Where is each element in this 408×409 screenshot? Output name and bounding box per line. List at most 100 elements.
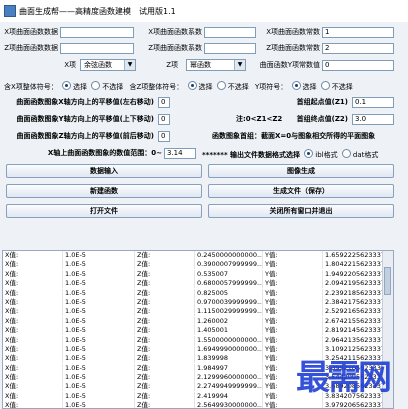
table-cell: X值: [3,335,63,345]
table-cell: X值: [3,316,63,326]
table-cell: 1.6949990000000... [197,344,263,354]
table-cell: Z值: [135,307,195,317]
move-z-field[interactable]: 0 [158,131,170,142]
data-input-button[interactable]: 数据输入 [6,164,202,178]
move-z-label: 曲面函数图象Z轴方向上的平移值(前后移动) [16,132,154,140]
table-cell: 2.3842175623337... [325,297,385,307]
settings-panel: X项曲面函数数据 X项曲面函数系数 X项曲面函数常数 1 Z项曲面函数数据 Z项… [0,22,408,248]
ibl-format-radio[interactable] [304,149,314,158]
open-file-button[interactable]: 打开文件 [6,204,202,218]
table-row[interactable]: X值: 1.0E-5 Z值: 0.3900007999999... Y值: 1.80422… [3,260,393,270]
table-cell: X值: [3,354,63,364]
format-options: ******* 输出文件数据格式选择 ibl格式 dat格式 [202,149,378,160]
table-cell: 1.0E-5 [63,260,135,270]
table-cell: 1.0E-5 [63,354,135,364]
z2-label: 首组终点值(Z2) [296,115,348,123]
table-cell: Z值: [135,260,195,270]
table-cell: 0.2450000000000... [197,251,263,260]
y-const-field[interactable]: 0 [322,60,394,71]
table-cell: 1.405001 [195,326,263,336]
x-curve-coef-label: X项曲面函数系数 [148,28,202,36]
new-function-button[interactable]: 新建函数 [6,184,202,198]
dat-format-radio[interactable] [341,149,351,158]
z-curve-const-field[interactable]: 2 [322,43,394,54]
table-cell: 1.0E-5 [63,279,135,289]
table-cell: 1.0E-5 [63,269,135,279]
z-curve-data-field[interactable] [60,43,134,54]
table-cell: Z值: [135,401,195,408]
table-cell: 2.419994 [195,391,263,401]
table-row[interactable]: X值: 1.0E-5 Z值: 1.6949990000000... Y值: 3.10921… [3,344,393,354]
table-row[interactable]: X值: 1.0E-5 Z值: 1.405001 Y值: 2.8192145623337..… [3,326,393,336]
y-const-label: 曲面函数Y项常数值 [259,61,320,69]
table-row[interactable]: X值: 1.0E-5 Z值: 1.1150029999999... Y值: 2.52921… [3,307,393,317]
close-all-button[interactable]: 关闭所有窗口并退出 [208,204,394,218]
table-cell: 1.984997 [195,363,263,373]
y-sign-unselect-radio[interactable] [320,81,330,90]
z-item-label: Z项 [166,61,178,69]
table-row[interactable]: X值: 1.0E-5 Z值: 0.6800057999999... Y值: 2.09421… [3,279,393,289]
table-cell: 2.0942195623337... [325,279,385,289]
table-cell: 2.5292165623337... [325,307,385,317]
generate-image-button[interactable]: 图像生成 [208,164,394,178]
move-y-field[interactable]: 0 [158,114,170,125]
app-icon [4,5,16,17]
table-row[interactable]: X值: 1.0E-5 Z值: 1.260002 Y值: 2.6742155623337..… [3,316,393,326]
z-sign-label: 含Z项整体符号： [129,83,184,91]
x-sign-opt2: 不选择 [102,83,124,91]
table-cell: X值: [3,297,63,307]
table-cell: 2.9642135623337... [325,335,385,345]
table-cell: 0.535007 [195,269,263,279]
table-cell: X值: [3,288,63,298]
x-range-field[interactable]: 3.14 [164,148,196,159]
z-sign-select-radio[interactable] [187,81,197,90]
table-row[interactable]: X值: 1.0E-5 Z值: 0.535007 Y值: 1.9492205623337..… [3,269,393,279]
table-row[interactable]: X值: 1.0E-5 Z值: 1.5500000000000... Y值: 2.96421… [3,335,393,345]
table-cell: X值: [3,382,63,392]
table-cell: 1.839998 [195,354,263,364]
table-row[interactable]: X值: 1.0E-5 Z值: 0.2450000000000... Y值: 1.65922… [3,251,393,260]
z-sign-unselect-radio[interactable] [216,81,226,90]
table-cell: Z值: [135,279,195,289]
table-cell: Z值: [135,373,195,383]
z2-field[interactable]: 3.0 [352,114,394,125]
table-cell: 2.8192145623337... [325,326,385,336]
table-row[interactable]: X值: 1.0E-5 Z值: 0.825005 Y值: 2.2392185623337..… [3,288,393,298]
x-item-select[interactable]: 余弦函数 ▼ [80,59,136,71]
x-sign-label: 含X项整体符号： [4,83,58,91]
table-cell: 3.9792065623337... [325,401,385,409]
z-item-select[interactable]: 幂函数 ▼ [186,59,246,71]
table-cell: Z值: [135,363,195,373]
table-cell: Z值: [135,335,195,345]
move-x-field[interactable]: 0 [158,97,170,108]
table-cell: Y值: [263,335,323,345]
table-cell: 1.0E-5 [63,288,135,298]
table-row[interactable]: X值: 1.0E-5 Z值: 2.5649930000000... Y值: 3.97920… [3,401,393,409]
table-cell: 0.3900007999999... [197,260,263,270]
x-curve-data-field[interactable] [60,27,134,38]
table-cell: 1.260002 [195,316,263,326]
table-row[interactable]: X值: 1.0E-5 Z值: 0.9700039999999... Y值: 2.38421… [3,297,393,307]
table-cell: Z值: [135,354,195,364]
format-label: ******* 输出文件数据格式选择 [202,151,301,159]
z-sign-opt2: 不选择 [227,83,249,91]
y-sign-select-radio[interactable] [291,81,301,90]
x-sign-unselect-radio[interactable] [91,81,101,90]
x-curve-data-label: X项曲面函数数据 [4,28,58,36]
x-curve-const-field[interactable]: 1 [322,27,394,38]
table-cell: Y值: [263,401,323,408]
y-sign-opt1: 选择 [302,83,317,91]
z1-field[interactable]: 0.1 [352,97,394,108]
generate-file-button[interactable]: 生成文件（保存） [208,184,394,198]
x-sign-select-radio[interactable] [62,81,72,90]
table-cell: 2.1299960000000... [197,373,263,383]
scrollbar-thumb[interactable] [384,267,391,295]
table-cell: Z值: [135,344,195,354]
z-curve-coef-field[interactable] [204,43,256,54]
table-cell: Z值: [135,297,195,307]
x-curve-coef-field[interactable] [204,27,256,38]
table-cell: 1.0E-5 [63,373,135,383]
table-cell: Y值: [263,307,323,317]
z1-label: 首组起点值(Z1) [296,98,348,106]
window-title: 曲面生成帮——高精度函数建模 试用版1.1 [19,6,176,17]
